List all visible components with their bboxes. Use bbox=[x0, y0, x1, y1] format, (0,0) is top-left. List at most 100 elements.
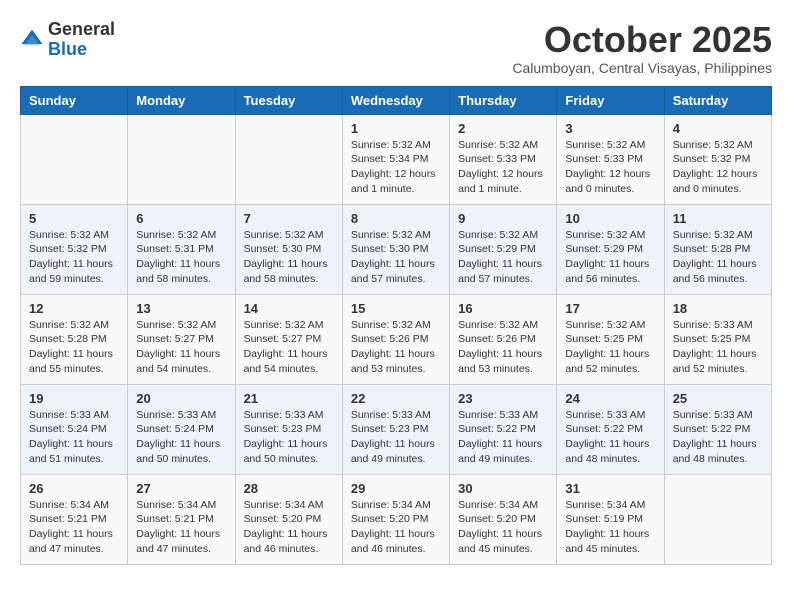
day-number: 12 bbox=[29, 301, 119, 316]
cell-content: Sunrise: 5:34 AM Sunset: 5:20 PM Dayligh… bbox=[244, 498, 334, 557]
calendar-cell bbox=[235, 114, 342, 204]
logo-blue: Blue bbox=[48, 39, 87, 59]
cell-content: Sunrise: 5:34 AM Sunset: 5:21 PM Dayligh… bbox=[136, 498, 226, 557]
day-number: 29 bbox=[351, 481, 441, 496]
calendar-cell: 4Sunrise: 5:32 AM Sunset: 5:32 PM Daylig… bbox=[664, 114, 771, 204]
week-row-3: 12Sunrise: 5:32 AM Sunset: 5:28 PM Dayli… bbox=[21, 294, 772, 384]
calendar-cell: 10 Sunrise: 5:32 AM Sunset: 5:29 PM Dayli… bbox=[557, 204, 664, 294]
cell-content: Sunrise: 5:32 AM Sunset: 5:29 PM Dayligh… bbox=[458, 228, 548, 287]
day-header-monday: Monday bbox=[128, 86, 235, 114]
day-number: 11 bbox=[673, 211, 763, 226]
cell-content: Sunrise: 5:32 AM Sunset: 5:33 PM Dayligh… bbox=[458, 138, 548, 197]
calendar-cell bbox=[664, 474, 771, 564]
day-number: 26 bbox=[29, 481, 119, 496]
calendar-cell: 14 Sunrise: 5:32 AM Sunset: 5:27 PM Dayli… bbox=[235, 294, 342, 384]
cell-content: Sunrise: 5:32 AM Sunset: 5:27 PM Dayligh… bbox=[136, 318, 226, 377]
day-number: 21 bbox=[244, 391, 334, 406]
calendar-cell bbox=[21, 114, 128, 204]
cell-content: Sunrise: 5:32 AM Sunset: 5:28 PM Dayligh… bbox=[673, 228, 763, 287]
calendar-cell: 25Sunrise: 5:33 AM Sunset: 5:22 PM Dayli… bbox=[664, 384, 771, 474]
day-number: 6 bbox=[136, 211, 226, 226]
day-number: 20 bbox=[136, 391, 226, 406]
calendar-cell: 21Sunrise: 5:33 AM Sunset: 5:23 PM Dayli… bbox=[235, 384, 342, 474]
day-number: 10 bbox=[565, 211, 655, 226]
calendar-cell: 23 Sunrise: 5:33 AM Sunset: 5:22 PM Dayli… bbox=[450, 384, 557, 474]
month-title: October 2025 bbox=[512, 20, 772, 60]
cell-content: Sunrise: 5:33 AM Sunset: 5:25 PM Dayligh… bbox=[673, 318, 763, 377]
day-header-wednesday: Wednesday bbox=[342, 86, 449, 114]
calendar-cell: 29 Sunrise: 5:34 AM Sunset: 5:20 PM Dayli… bbox=[342, 474, 449, 564]
calendar-cell: 31Sunrise: 5:34 AM Sunset: 5:19 PM Dayli… bbox=[557, 474, 664, 564]
cell-content: Sunrise: 5:32 AM Sunset: 5:33 PM Dayligh… bbox=[565, 138, 655, 197]
calendar-cell: 11 Sunrise: 5:32 AM Sunset: 5:28 PM Dayli… bbox=[664, 204, 771, 294]
day-number: 27 bbox=[136, 481, 226, 496]
calendar-cell: 12Sunrise: 5:32 AM Sunset: 5:28 PM Dayli… bbox=[21, 294, 128, 384]
header-row: SundayMondayTuesdayWednesdayThursdayFrid… bbox=[21, 86, 772, 114]
day-number: 4 bbox=[673, 121, 763, 136]
day-number: 1 bbox=[351, 121, 441, 136]
calendar-cell: 30 Sunrise: 5:34 AM Sunset: 5:20 PM Dayli… bbox=[450, 474, 557, 564]
logo-text: General Blue bbox=[48, 20, 115, 60]
cell-content: Sunrise: 5:33 AM Sunset: 5:24 PM Dayligh… bbox=[29, 408, 119, 467]
day-number: 9 bbox=[458, 211, 548, 226]
week-row-5: 26 Sunrise: 5:34 AM Sunset: 5:21 PM Dayli… bbox=[21, 474, 772, 564]
day-number: 16 bbox=[458, 301, 548, 316]
day-number: 17 bbox=[565, 301, 655, 316]
day-number: 24 bbox=[565, 391, 655, 406]
page-header: General Blue October 2025 Calumboyan, Ce… bbox=[20, 20, 772, 76]
cell-content: Sunrise: 5:34 AM Sunset: 5:20 PM Dayligh… bbox=[458, 498, 548, 557]
cell-content: Sunrise: 5:33 AM Sunset: 5:23 PM Dayligh… bbox=[351, 408, 441, 467]
cell-content: Sunrise: 5:32 AM Sunset: 5:26 PM Dayligh… bbox=[458, 318, 548, 377]
calendar-cell: 7 Sunrise: 5:32 AM Sunset: 5:30 PM Daylig… bbox=[235, 204, 342, 294]
logo-icon bbox=[20, 28, 44, 52]
calendar-cell: 2Sunrise: 5:32 AM Sunset: 5:33 PM Daylig… bbox=[450, 114, 557, 204]
day-number: 22 bbox=[351, 391, 441, 406]
calendar-cell: 9 Sunrise: 5:32 AM Sunset: 5:29 PM Daylig… bbox=[450, 204, 557, 294]
calendar-cell: 1 Sunrise: 5:32 AM Sunset: 5:34 PM Daylig… bbox=[342, 114, 449, 204]
day-header-saturday: Saturday bbox=[664, 86, 771, 114]
cell-content: Sunrise: 5:32 AM Sunset: 5:30 PM Dayligh… bbox=[351, 228, 441, 287]
week-row-2: 5 Sunrise: 5:32 AM Sunset: 5:32 PM Daylig… bbox=[21, 204, 772, 294]
day-number: 30 bbox=[458, 481, 548, 496]
cell-content: Sunrise: 5:32 AM Sunset: 5:27 PM Dayligh… bbox=[244, 318, 334, 377]
day-number: 31 bbox=[565, 481, 655, 496]
day-number: 15 bbox=[351, 301, 441, 316]
cell-content: Sunrise: 5:33 AM Sunset: 5:22 PM Dayligh… bbox=[458, 408, 548, 467]
day-number: 18 bbox=[673, 301, 763, 316]
calendar-cell: 17 Sunrise: 5:32 AM Sunset: 5:25 PM Dayli… bbox=[557, 294, 664, 384]
cell-content: Sunrise: 5:32 AM Sunset: 5:25 PM Dayligh… bbox=[565, 318, 655, 377]
day-number: 14 bbox=[244, 301, 334, 316]
calendar-cell: 15 Sunrise: 5:32 AM Sunset: 5:26 PM Dayli… bbox=[342, 294, 449, 384]
cell-content: Sunrise: 5:32 AM Sunset: 5:29 PM Dayligh… bbox=[565, 228, 655, 287]
cell-content: Sunrise: 5:32 AM Sunset: 5:34 PM Dayligh… bbox=[351, 138, 441, 197]
day-header-friday: Friday bbox=[557, 86, 664, 114]
day-number: 25 bbox=[673, 391, 763, 406]
day-number: 3 bbox=[565, 121, 655, 136]
cell-content: Sunrise: 5:32 AM Sunset: 5:26 PM Dayligh… bbox=[351, 318, 441, 377]
calendar-cell bbox=[128, 114, 235, 204]
cell-content: Sunrise: 5:33 AM Sunset: 5:22 PM Dayligh… bbox=[565, 408, 655, 467]
cell-content: Sunrise: 5:34 AM Sunset: 5:21 PM Dayligh… bbox=[29, 498, 119, 557]
day-number: 7 bbox=[244, 211, 334, 226]
cell-content: Sunrise: 5:33 AM Sunset: 5:24 PM Dayligh… bbox=[136, 408, 226, 467]
day-number: 8 bbox=[351, 211, 441, 226]
cell-content: Sunrise: 5:32 AM Sunset: 5:32 PM Dayligh… bbox=[29, 228, 119, 287]
calendar-cell: 6 Sunrise: 5:32 AM Sunset: 5:31 PM Daylig… bbox=[128, 204, 235, 294]
calendar-cell: 3 Sunrise: 5:32 AM Sunset: 5:33 PM Daylig… bbox=[557, 114, 664, 204]
location-subtitle: Calumboyan, Central Visayas, Philippines bbox=[512, 60, 772, 76]
day-header-thursday: Thursday bbox=[450, 86, 557, 114]
day-number: 23 bbox=[458, 391, 548, 406]
day-header-sunday: Sunday bbox=[21, 86, 128, 114]
calendar-cell: 20 Sunrise: 5:33 AM Sunset: 5:24 PM Dayli… bbox=[128, 384, 235, 474]
week-row-4: 19Sunrise: 5:33 AM Sunset: 5:24 PM Dayli… bbox=[21, 384, 772, 474]
calendar-cell: 28 Sunrise: 5:34 AM Sunset: 5:20 PM Dayli… bbox=[235, 474, 342, 564]
cell-content: Sunrise: 5:32 AM Sunset: 5:31 PM Dayligh… bbox=[136, 228, 226, 287]
week-row-1: 1 Sunrise: 5:32 AM Sunset: 5:34 PM Daylig… bbox=[21, 114, 772, 204]
day-number: 13 bbox=[136, 301, 226, 316]
calendar-cell: 8 Sunrise: 5:32 AM Sunset: 5:30 PM Daylig… bbox=[342, 204, 449, 294]
cell-content: Sunrise: 5:34 AM Sunset: 5:20 PM Dayligh… bbox=[351, 498, 441, 557]
day-number: 5 bbox=[29, 211, 119, 226]
calendar-cell: 24 Sunrise: 5:33 AM Sunset: 5:22 PM Dayli… bbox=[557, 384, 664, 474]
day-number: 28 bbox=[244, 481, 334, 496]
cell-content: Sunrise: 5:32 AM Sunset: 5:30 PM Dayligh… bbox=[244, 228, 334, 287]
